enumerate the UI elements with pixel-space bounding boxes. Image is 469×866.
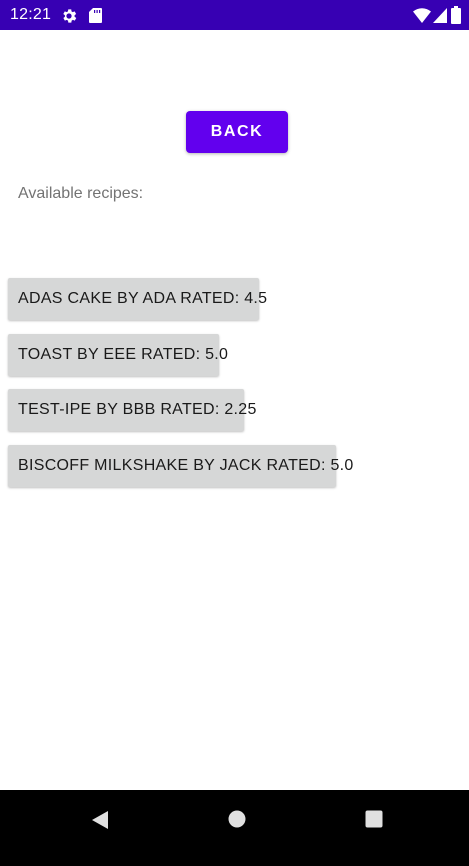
- nav-back-icon[interactable]: [90, 810, 110, 830]
- recipe-button[interactable]: ADAS CAKE BY ADA RATED: 4.5: [8, 278, 267, 320]
- recipe-button[interactable]: BISCOFF MILKSHAKE BY JACK RATED: 5.0: [8, 445, 353, 487]
- recipe-button[interactable]: TOAST BY EEE RATED: 5.0: [8, 334, 228, 376]
- status-bar: 12:21: [0, 0, 469, 30]
- navigation-bar: [0, 790, 469, 866]
- available-recipes-label: Available recipes:: [18, 185, 144, 202]
- wifi-icon: [413, 8, 431, 23]
- status-time: 12:21: [10, 6, 52, 23]
- signal-icon: [433, 8, 447, 23]
- back-button[interactable]: BACK: [186, 111, 288, 153]
- battery-icon: [451, 6, 461, 24]
- gear-icon: [63, 9, 77, 23]
- recipe-button[interactable]: TEST-IPE BY BBB RATED: 2.25: [8, 389, 256, 431]
- sd-card-icon: [89, 8, 102, 23]
- nav-recents-icon[interactable]: [365, 810, 383, 828]
- nav-home-icon[interactable]: [228, 810, 246, 828]
